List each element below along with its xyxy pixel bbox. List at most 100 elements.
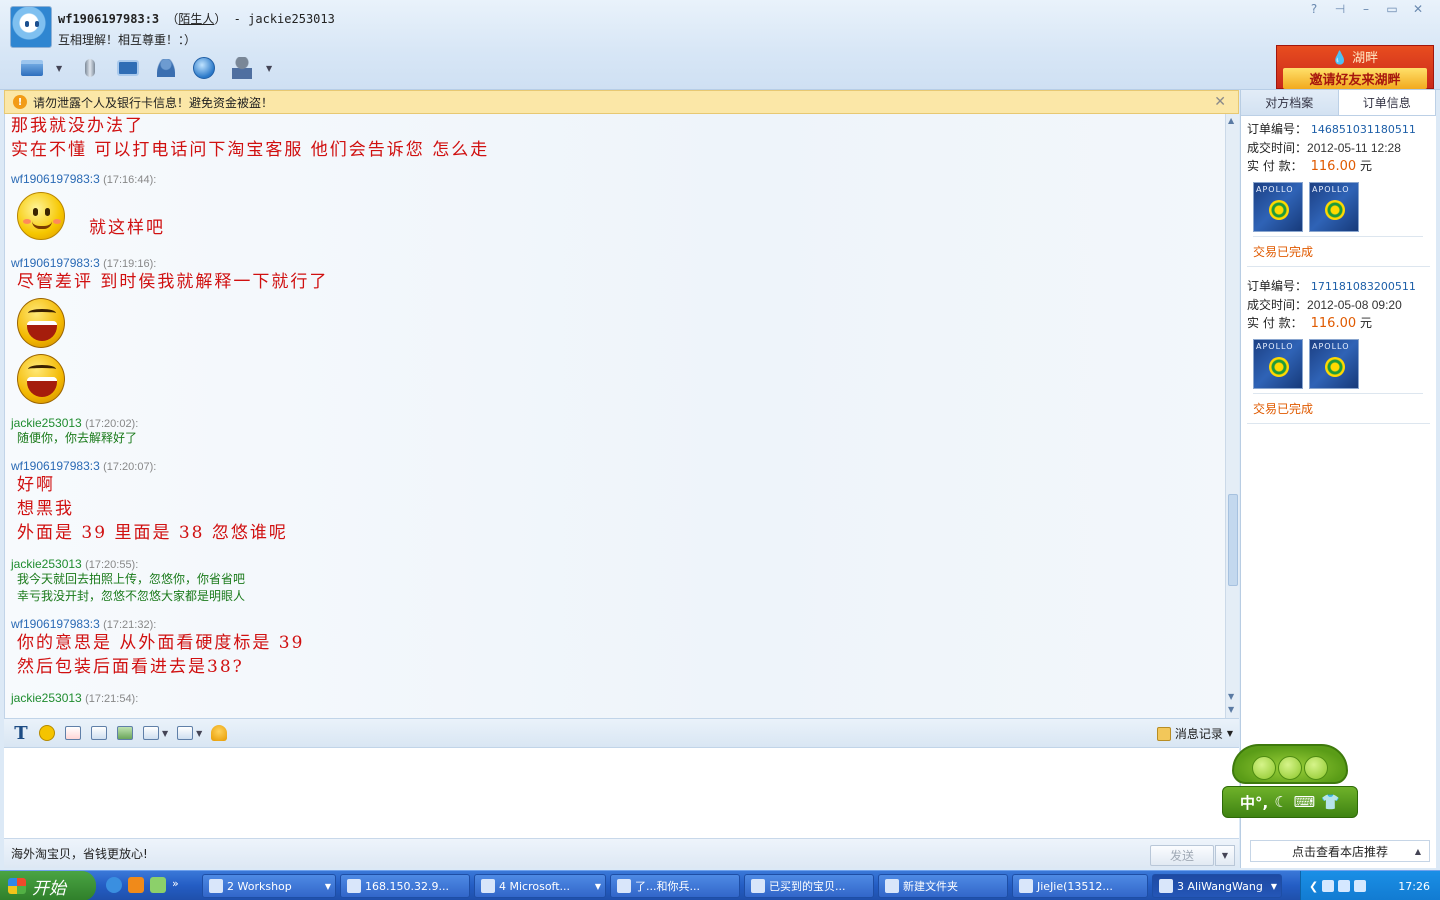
send-button[interactable]: 发送 [1150, 845, 1214, 866]
task-button[interactable]: 新建文件夹 [878, 874, 1008, 898]
video-chat-button[interactable] [114, 54, 142, 82]
task-label: 4 Microsoft... [499, 879, 571, 893]
ad-banner-top: 💧 湖畔 [1331, 51, 1379, 66]
ad-banner-top-text: 湖畔 [1352, 51, 1379, 66]
warning-close-icon[interactable]: ✕ [1214, 94, 1226, 110]
scroll-up-icon[interactable]: ▲ [1228, 116, 1234, 125]
avatar-eye [25, 21, 29, 27]
font-button[interactable]: T [12, 723, 30, 744]
chat-history[interactable]: 那我就没办法了 实在不懂 可以打电话问下淘宝客服 他们会告诉您 怎么走 wf19… [4, 114, 1239, 718]
task-button[interactable]: 了...和你兵... [610, 874, 740, 898]
task-label: 3 AliWangWang [1177, 879, 1263, 893]
message-sender[interactable]: jackie253013 [11, 416, 82, 430]
more-tools-button[interactable] [228, 54, 256, 82]
tab-orders[interactable]: 订单信息 [1337, 90, 1436, 115]
product-logo [1269, 200, 1289, 220]
more-tools-dropdown-icon[interactable]: ▼ [266, 64, 276, 73]
message-sender[interactable]: jackie253013 [11, 691, 82, 705]
product-thumbnail[interactable]: APOLLO [1309, 339, 1359, 389]
chat-window-header: wf1906197983:3 （陌生人） - jackie253013 互相理解… [0, 0, 1440, 90]
keyboard-icon[interactable]: ⌨ [1294, 793, 1316, 811]
product-thumbnail[interactable]: APOLLO [1253, 339, 1303, 389]
message-sender[interactable]: wf1906197983:3 [11, 459, 100, 473]
message-input[interactable] [4, 748, 1239, 838]
add-contact-button[interactable] [152, 54, 180, 82]
product-logo [1325, 200, 1345, 220]
more-quick-launch-icon[interactable]: » [172, 877, 179, 893]
voice-chat-button[interactable] [76, 54, 104, 82]
tab-profile[interactable]: 对方档案 [1241, 90, 1338, 115]
task-button[interactable]: JieJie(13512... [1012, 874, 1148, 898]
product-thumbnail[interactable]: APOLLO [1309, 182, 1359, 232]
frame-dropdown-icon[interactable]: ▼ [162, 729, 168, 738]
volume-icon[interactable] [1338, 880, 1351, 892]
minimize-icon[interactable]: – [1358, 2, 1374, 16]
send-options-dropdown-icon[interactable]: ▼ [1215, 845, 1235, 866]
ime-mode-label[interactable]: 中°, [1240, 792, 1268, 813]
message-sender[interactable]: wf1906197983:3 [11, 256, 100, 270]
message-history-button[interactable]: 消息记录 ▼ [1156, 725, 1233, 742]
contacts-icon[interactable] [150, 877, 166, 893]
task-button[interactable]: 3 AliWangWang ▼ [1152, 874, 1282, 898]
globe-icon [193, 57, 215, 79]
task-button[interactable]: 已买到的宝贝... [744, 874, 874, 898]
ime-mascot[interactable]: 中°, ☾ ⌨ 👕 [1222, 744, 1358, 820]
contact-id[interactable]: wf1906197983:3 [58, 12, 159, 26]
warning-icon: ! [13, 95, 27, 109]
app-icon[interactable] [128, 877, 144, 893]
invite-ad-banner[interactable]: 💧 湖畔 邀请好友来湖畔 [1276, 45, 1434, 89]
send-file-button[interactable] [18, 54, 46, 82]
screenshot-button[interactable] [90, 724, 108, 742]
browser-icon[interactable] [106, 877, 122, 893]
pin-icon[interactable]: ⊣ [1332, 2, 1348, 16]
clock[interactable]: 17:26 [1398, 880, 1430, 893]
maximize-icon[interactable]: ▭ [1384, 2, 1400, 16]
deal-time-row: 成交时间：2012-05-11 12:28 [1247, 139, 1430, 157]
moon-icon[interactable]: ☾ [1274, 793, 1287, 811]
web-button[interactable] [190, 54, 218, 82]
history-icon [1156, 726, 1171, 741]
shirt-icon[interactable]: 👕 [1321, 793, 1340, 811]
frame-button[interactable] [142, 724, 160, 742]
chat-scrollbar[interactable]: ▲ ▼ ▼ [1225, 114, 1239, 718]
scroll-down-icon[interactable]: ▼ [1228, 692, 1234, 701]
order-number-link[interactable]: 171181083200511 [1311, 280, 1416, 293]
send-file-dropdown-icon[interactable]: ▼ [56, 64, 66, 73]
nudge-button[interactable] [210, 724, 228, 742]
start-button[interactable]: 开始 [0, 871, 96, 900]
emoticon-eyes [28, 309, 56, 317]
network-icon[interactable] [1322, 880, 1335, 892]
deal-time-row: 成交时间：2012-05-08 09:20 [1247, 296, 1430, 314]
calculator-dropdown-icon[interactable]: ▼ [196, 729, 202, 738]
tray-expand-icon[interactable]: ❮ [1309, 880, 1318, 893]
task-button[interactable]: 4 Microsoft... ▼ [474, 874, 606, 898]
contact-relation[interactable]: 陌生人 [178, 12, 214, 26]
ime-tray-icon[interactable] [1354, 880, 1367, 892]
heart-icon [65, 726, 81, 740]
contact-avatar[interactable] [10, 6, 52, 48]
message-body: 就这样吧 [11, 192, 165, 240]
ime-toolbar[interactable]: 中°, ☾ ⌨ 👕 [1222, 786, 1358, 818]
product-thumbnail[interactable]: APOLLO [1253, 182, 1303, 232]
scroll-end-icon[interactable]: ▼ [1228, 705, 1234, 714]
magic-emoticon-button[interactable] [64, 724, 82, 742]
task-label: 新建文件夹 [903, 880, 958, 893]
chat-message: wf1906197983:3 (17:20:07): 好啊 想黑我 外面是 39… [11, 459, 288, 545]
message-sender[interactable]: wf1906197983:3 [11, 172, 100, 186]
history-label: 消息记录 [1174, 727, 1223, 741]
close-icon[interactable]: ✕ [1410, 2, 1426, 16]
chat-scroll-thumb[interactable] [1228, 494, 1238, 586]
order-number-link[interactable]: 146851031180511 [1311, 123, 1416, 136]
promo-text[interactable]: 海外淘宝贝，省钱更放心! [11, 845, 148, 862]
task-button[interactable]: 2 Workshop ▼ [202, 874, 336, 898]
send-image-button[interactable] [116, 724, 134, 742]
calculator-button[interactable] [176, 724, 194, 742]
message-sender[interactable]: jackie253013 [11, 557, 82, 571]
message-line: 然后包装后面看进去是38? [17, 657, 244, 677]
emoticon-button[interactable] [38, 724, 56, 742]
shop-recommend-button[interactable]: 点击查看本店推荐 ▲ [1250, 840, 1430, 862]
paid-amount: 116.00 [1310, 316, 1357, 331]
message-sender[interactable]: wf1906197983:3 [11, 617, 100, 631]
help-icon[interactable]: ? [1306, 2, 1322, 16]
task-button[interactable]: 168.150.32.9... [340, 874, 470, 898]
